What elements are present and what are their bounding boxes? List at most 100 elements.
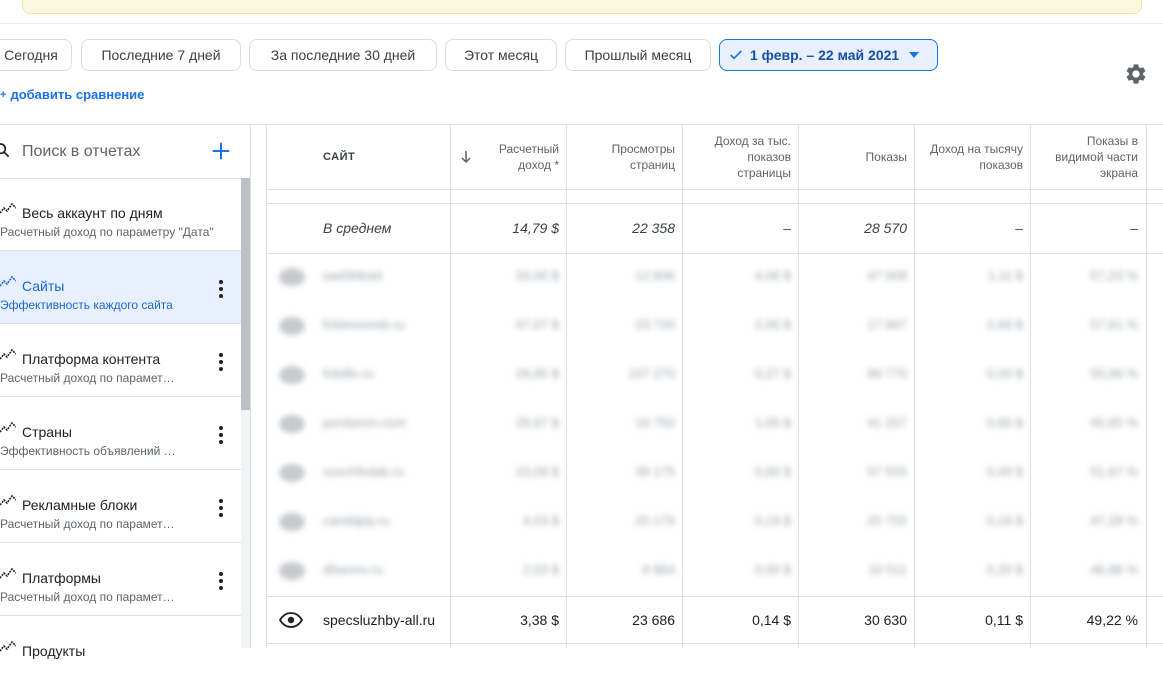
sidebar-item-title: Продукты xyxy=(22,643,86,659)
rpm: 1,11 $ xyxy=(987,268,1023,283)
sidebar-item-title: Рекламные блоки xyxy=(22,497,138,513)
impressions: 47 008 xyxy=(867,268,907,283)
rpm: 0,16 $ xyxy=(986,513,1023,528)
site-name: fcbdfo.ru xyxy=(323,366,374,381)
sidebar-item-subtitle: Расчетный доход по парамет… xyxy=(0,590,175,604)
site-name: pordamm.com xyxy=(323,415,407,430)
revenue: 4,03 $ xyxy=(522,513,559,528)
more-vert-icon[interactable] xyxy=(212,278,230,300)
revenue: 3,38 $ xyxy=(520,612,559,628)
more-vert-icon[interactable] xyxy=(212,424,230,446)
column-header-rpm[interactable]: Доход на тысячу показов xyxy=(925,125,1023,189)
notification-banner xyxy=(22,0,1142,14)
sidebar-item-countries[interactable]: Страны Эффективность объявлений … xyxy=(0,397,241,470)
page-rpm: 0,14 $ xyxy=(752,612,791,628)
rpm: 0,40 $ xyxy=(986,464,1023,479)
sidebar-item-subtitle: Расчетный доход по парамет… xyxy=(0,371,175,385)
divider xyxy=(266,203,1163,204)
date-range-selector[interactable]: 1 февр. – 22 май 2021 xyxy=(719,39,938,71)
page-rpm: 4,06 $ xyxy=(754,268,791,283)
pageviews: 9 864 xyxy=(642,562,675,577)
chip-last-7-days[interactable]: Последние 7 дней xyxy=(81,39,241,71)
divider xyxy=(266,643,1163,644)
divider xyxy=(250,125,251,648)
viewability: 57,61 % xyxy=(1090,317,1138,332)
average-pageviews: 22 358 xyxy=(632,220,675,236)
add-report-plus-icon[interactable] xyxy=(210,140,232,162)
eye-icon xyxy=(279,464,305,482)
pageviews: 107 270 xyxy=(628,366,675,381)
sidebar-item-ad-units[interactable]: Рекламные блоки Расчетный доход по парам… xyxy=(0,470,241,543)
chip-last-30-days[interactable]: За последние 30 дней xyxy=(249,39,437,71)
sidebar-scrollbar-thumb[interactable] xyxy=(241,178,250,410)
viewability: 51,67 % xyxy=(1090,464,1138,479)
viewability: 47,28 % xyxy=(1090,513,1138,528)
average-label: В среднем xyxy=(323,220,392,236)
column-header-impressions[interactable]: Показы xyxy=(810,125,907,189)
page-rpm: 0,60 $ xyxy=(754,464,791,479)
sidebar-item-subtitle: Расчетный доход по параметру "Дата" xyxy=(0,225,214,239)
plus-icon: + xyxy=(0,88,7,101)
chip-today[interactable]: Сегодня xyxy=(0,39,72,71)
rpm: 2,69 $ xyxy=(986,317,1023,332)
viewability: 46,88 % xyxy=(1090,562,1138,577)
search-icon xyxy=(0,143,10,158)
sidebar-item-platforms[interactable]: Платформы Расчетный доход по парамет… xyxy=(0,543,241,616)
page-rpm: 0,00 $ xyxy=(754,562,791,577)
eye-icon xyxy=(279,513,305,531)
trend-icon xyxy=(0,494,16,506)
viewability: 57,23 % xyxy=(1090,268,1138,283)
eye-icon[interactable] xyxy=(279,611,303,629)
sidebar-item-content-platform[interactable]: Платформа контента Расчетный доход по па… xyxy=(0,324,241,397)
sidebar-item-subtitle: Эффективность каждого сайта xyxy=(0,298,173,312)
revenue: 33,00 $ xyxy=(515,268,559,283)
sidebar-item-account-by-day[interactable]: Весь аккаунт по дням Расчетный доход по … xyxy=(0,178,241,251)
column-header-viewability[interactable]: Показы в видимой части экрана xyxy=(1040,125,1138,189)
eye-icon xyxy=(279,366,305,384)
impressions: 89 770 xyxy=(867,366,907,381)
revenue: 47,07 $ xyxy=(515,317,559,332)
viewability: 55,06 % xyxy=(1090,366,1138,381)
revenue: 2,03 $ xyxy=(522,562,559,577)
column-header-revenue[interactable]: Расчетный доход * xyxy=(474,125,559,189)
average-rpm: – xyxy=(1015,220,1023,236)
sidebar-item-subtitle: Эффективность объявлений … xyxy=(0,444,176,458)
trend-icon xyxy=(0,202,16,214)
chip-last-month[interactable]: Прошлый месяц xyxy=(565,39,711,71)
page-rpm: 0,27 $ xyxy=(754,366,791,381)
more-vert-icon[interactable] xyxy=(212,570,230,592)
pageviews: 23 686 xyxy=(632,612,675,628)
add-comparison-label: добавить сравнение xyxy=(10,87,145,102)
add-comparison-link[interactable]: + добавить сравнение xyxy=(0,87,144,102)
pageviews: 38 175 xyxy=(635,464,675,479)
more-vert-icon[interactable] xyxy=(212,351,230,373)
settings-gear-icon[interactable] xyxy=(1124,62,1148,86)
sidebar-item-title: Сайты xyxy=(22,278,65,294)
site-name: fckbnoonsb.ru xyxy=(323,317,405,332)
sidebar-item-subtitle: Расчетный доход по парамет… xyxy=(0,517,175,531)
divider xyxy=(266,189,1163,190)
search-input[interactable]: Поиск в отчетах xyxy=(22,143,140,161)
sidebar-item-products[interactable]: Продукты xyxy=(0,616,241,689)
chip-this-month[interactable]: Этот месяц xyxy=(445,39,557,71)
impressions: 20 755 xyxy=(867,513,907,528)
eye-icon xyxy=(279,317,305,335)
revenue: 29,65 $ xyxy=(515,366,559,381)
column-header-pageviews[interactable]: Просмотры страниц xyxy=(580,125,675,189)
pageviews: 20 176 xyxy=(635,513,675,528)
trend-icon xyxy=(0,421,16,433)
revenue: 29,67 $ xyxy=(515,415,559,430)
pageviews: 12 806 xyxy=(635,268,675,283)
average-page-rpm: – xyxy=(783,220,791,236)
column-header-page-rpm[interactable]: Доход за тыс. показов страницы xyxy=(692,125,791,189)
site-name[interactable]: specsluzhby-all.ru xyxy=(323,612,435,628)
more-vert-icon[interactable] xyxy=(212,497,230,519)
revenue: 23,09 $ xyxy=(515,464,559,479)
sort-arrow-down-icon[interactable] xyxy=(460,150,472,164)
pageviews: 16 750 xyxy=(635,415,675,430)
column-header-site[interactable]: САЙТ xyxy=(323,125,423,189)
site-name: sovchfsdab.ru xyxy=(323,464,404,479)
sidebar-item-sites[interactable]: Сайты Эффективность каждого сайта xyxy=(0,251,241,324)
divider xyxy=(266,253,1163,254)
site-name: sad3hlinet xyxy=(323,268,383,283)
